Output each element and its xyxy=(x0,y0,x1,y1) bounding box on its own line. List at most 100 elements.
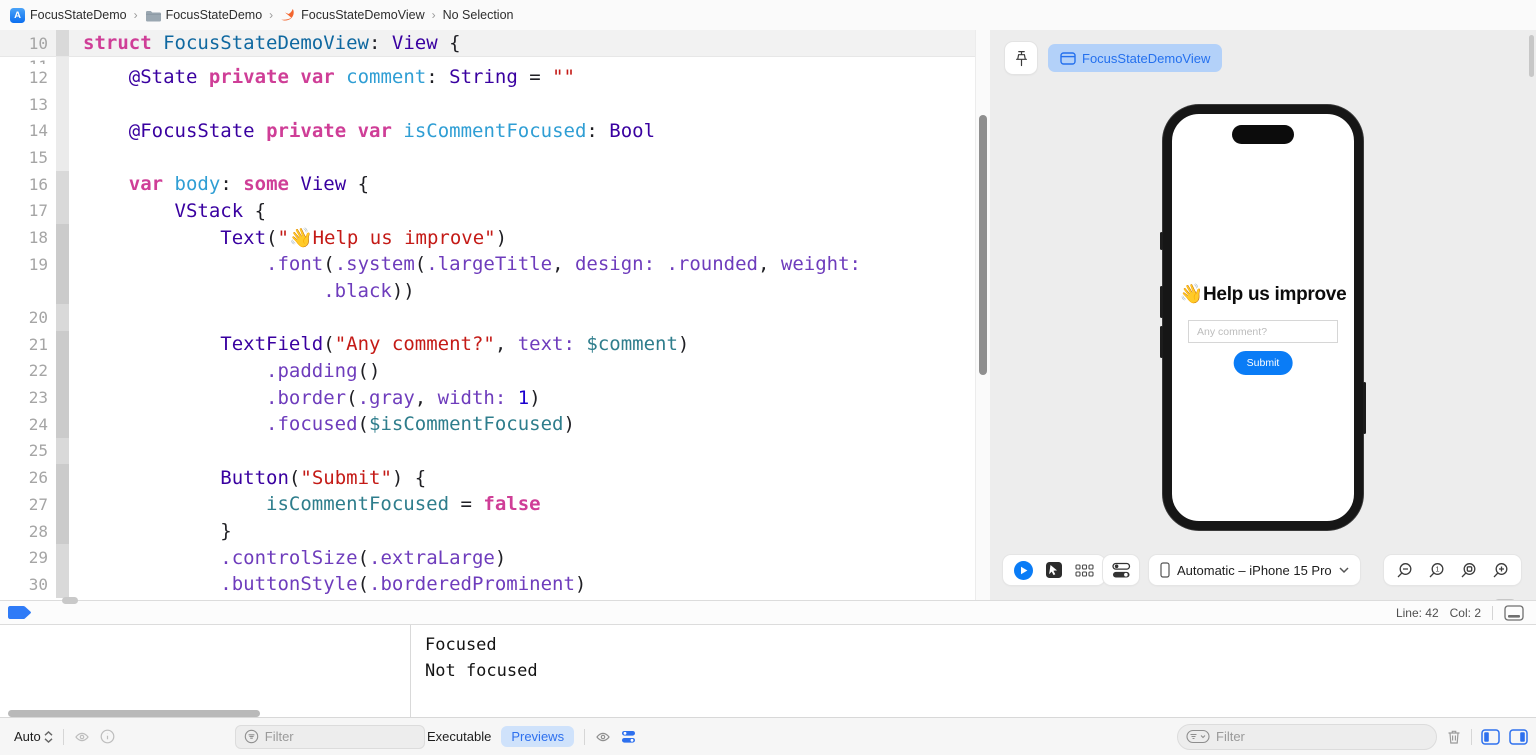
breadcrumb-selection[interactable]: No Selection xyxy=(443,8,514,22)
pin-preview-button[interactable] xyxy=(1005,42,1037,74)
fold-ribbon[interactable] xyxy=(56,171,69,198)
zoom-out-icon[interactable] xyxy=(1396,562,1413,579)
fold-ribbon[interactable] xyxy=(56,491,69,518)
code-line[interactable]: 16 var body: some View { xyxy=(0,171,975,198)
code-text: .border(.gray, width: 1) xyxy=(69,387,541,409)
editor-status-strip: Line: 42 Col: 2 xyxy=(0,600,1536,625)
code-line[interactable]: 12 @State private var comment: String = … xyxy=(0,64,975,91)
fold-ribbon[interactable] xyxy=(56,57,69,64)
fold-ribbon[interactable] xyxy=(56,331,69,358)
previews-pill[interactable]: Previews xyxy=(501,726,574,747)
fold-ribbon[interactable] xyxy=(56,438,69,465)
code-line[interactable]: 22 .padding() xyxy=(0,358,975,385)
info-icon[interactable] xyxy=(100,729,115,744)
console-line: Focused xyxy=(425,632,1536,658)
variables-filter-input[interactable] xyxy=(265,729,385,744)
fold-ribbon[interactable] xyxy=(56,571,69,598)
code-text: Text("👋Help us improve") xyxy=(69,226,507,249)
code-text: .padding() xyxy=(69,360,380,382)
code-line[interactable]: 13 xyxy=(0,91,975,118)
debug-area-resize-handle[interactable] xyxy=(62,597,78,604)
code-line[interactable]: 25 xyxy=(0,438,975,465)
code-text: struct FocusStateDemoView: View { xyxy=(69,32,461,54)
code-line[interactable]: 19 .font(.system(.largeTitle, design: .r… xyxy=(0,251,975,278)
fold-ribbon[interactable] xyxy=(56,224,69,251)
source-editor[interactable]: 10struct FocusStateDemoView: View {1112 … xyxy=(0,30,975,600)
code-line[interactable]: 20 xyxy=(0,304,975,331)
device-settings-button[interactable] xyxy=(1103,555,1139,585)
fold-ribbon[interactable] xyxy=(56,411,69,438)
breadcrumb-separator: › xyxy=(269,8,273,22)
zoom-fit-icon[interactable] xyxy=(1460,562,1477,579)
show-console-button[interactable] xyxy=(1509,729,1528,745)
zoom-in-icon[interactable] xyxy=(1492,562,1509,579)
code-line[interactable]: 24 .focused($isCommentFocused) xyxy=(0,411,975,438)
live-preview-button[interactable] xyxy=(1014,561,1033,580)
code-line[interactable]: 18 Text("👋Help us improve") xyxy=(0,224,975,251)
breadcrumb-project[interactable]: A FocusStateDemo xyxy=(10,8,127,23)
fold-ribbon[interactable] xyxy=(56,30,69,56)
breadcrumb-file[interactable]: FocusStateDemoView xyxy=(280,8,424,22)
fold-ribbon[interactable] xyxy=(56,278,69,305)
fold-ribbon[interactable] xyxy=(56,117,69,144)
console-output[interactable]: FocusedNot focused xyxy=(411,625,1536,717)
code-line[interactable]: 11 xyxy=(0,57,975,64)
console-eye-icon[interactable] xyxy=(595,731,611,743)
zoom-100-icon[interactable]: 1 xyxy=(1428,562,1445,579)
breadcrumb-label: No Selection xyxy=(443,8,514,22)
console-filter-input[interactable] xyxy=(1216,729,1336,744)
code-line[interactable]: 23 .border(.gray, width: 1) xyxy=(0,384,975,411)
breadcrumb-group[interactable]: FocusStateDemo xyxy=(145,8,263,22)
code-line[interactable]: 26 Button("Submit") { xyxy=(0,464,975,491)
fold-ribbon[interactable] xyxy=(56,544,69,571)
show-variables-view-button[interactable] xyxy=(1481,729,1500,745)
code-line[interactable]: 14 @FocusState private var isCommentFocu… xyxy=(0,117,975,144)
code-text: @FocusState private var isCommentFocused… xyxy=(69,120,655,142)
fold-ribbon[interactable] xyxy=(56,91,69,118)
editor-layout-icon[interactable] xyxy=(1504,605,1524,621)
code-line[interactable]: 30 .buttonStyle(.borderedProminent) xyxy=(0,571,975,598)
quicklook-eye-icon[interactable] xyxy=(74,731,90,743)
fold-ribbon[interactable] xyxy=(56,518,69,545)
code-line[interactable]: 27 isCommentFocused = false xyxy=(0,491,975,518)
code-line[interactable]: 29 .controlSize(.extraLarge) xyxy=(0,544,975,571)
console-toggles-icon[interactable] xyxy=(621,730,636,744)
line-number: 30 xyxy=(0,575,56,594)
variants-mode-button[interactable] xyxy=(1075,564,1094,577)
preview-comment-field[interactable] xyxy=(1188,320,1338,343)
trash-icon[interactable] xyxy=(1446,729,1462,745)
code-line[interactable]: 15 xyxy=(0,144,975,171)
device-selector[interactable]: Automatic – iPhone 15 Pro xyxy=(1149,555,1360,585)
editor-scrollbar-thumb[interactable] xyxy=(979,115,987,375)
fold-ribbon[interactable] xyxy=(56,197,69,224)
fold-ribbon[interactable] xyxy=(56,358,69,385)
line-number: 14 xyxy=(0,121,56,140)
fold-ribbon[interactable] xyxy=(56,251,69,278)
code-line[interactable]: 28 } xyxy=(0,518,975,545)
code-line[interactable]: .black)) xyxy=(0,278,975,305)
fold-ribbon[interactable] xyxy=(56,304,69,331)
code-line[interactable]: 17 VStack { xyxy=(0,197,975,224)
code-text: @State private var comment: String = "" xyxy=(69,66,575,88)
variables-scope-selector[interactable]: Auto xyxy=(14,729,53,744)
selectable-mode-button[interactable] xyxy=(1045,561,1063,579)
preview-submit-button[interactable]: Submit xyxy=(1234,351,1293,375)
breakpoint-tag-icon[interactable] xyxy=(8,606,32,620)
editor-scrollbar-track[interactable] xyxy=(975,30,990,600)
fold-ribbon[interactable] xyxy=(56,384,69,411)
code-line[interactable]: 21 TextField("Any comment?", text: $comm… xyxy=(0,331,975,358)
breadcrumb-label: FocusStateDemo xyxy=(30,8,127,22)
line-number: 16 xyxy=(0,175,56,194)
variables-view[interactable] xyxy=(0,625,410,717)
fold-ribbon[interactable] xyxy=(56,464,69,491)
variables-scrollbar-thumb[interactable] xyxy=(8,710,260,717)
preview-tab[interactable]: FocusStateDemoView xyxy=(1048,44,1222,72)
code-text: } xyxy=(69,520,232,542)
code-line[interactable]: 10struct FocusStateDemoView: View { xyxy=(0,30,975,57)
fold-ribbon[interactable] xyxy=(56,144,69,171)
fold-ribbon[interactable] xyxy=(56,64,69,91)
executable-label: Executable xyxy=(427,729,491,744)
variables-filter-field[interactable] xyxy=(235,725,425,749)
preview-scrollbar-vertical[interactable] xyxy=(1529,35,1534,77)
console-filter-field[interactable] xyxy=(1177,724,1437,750)
